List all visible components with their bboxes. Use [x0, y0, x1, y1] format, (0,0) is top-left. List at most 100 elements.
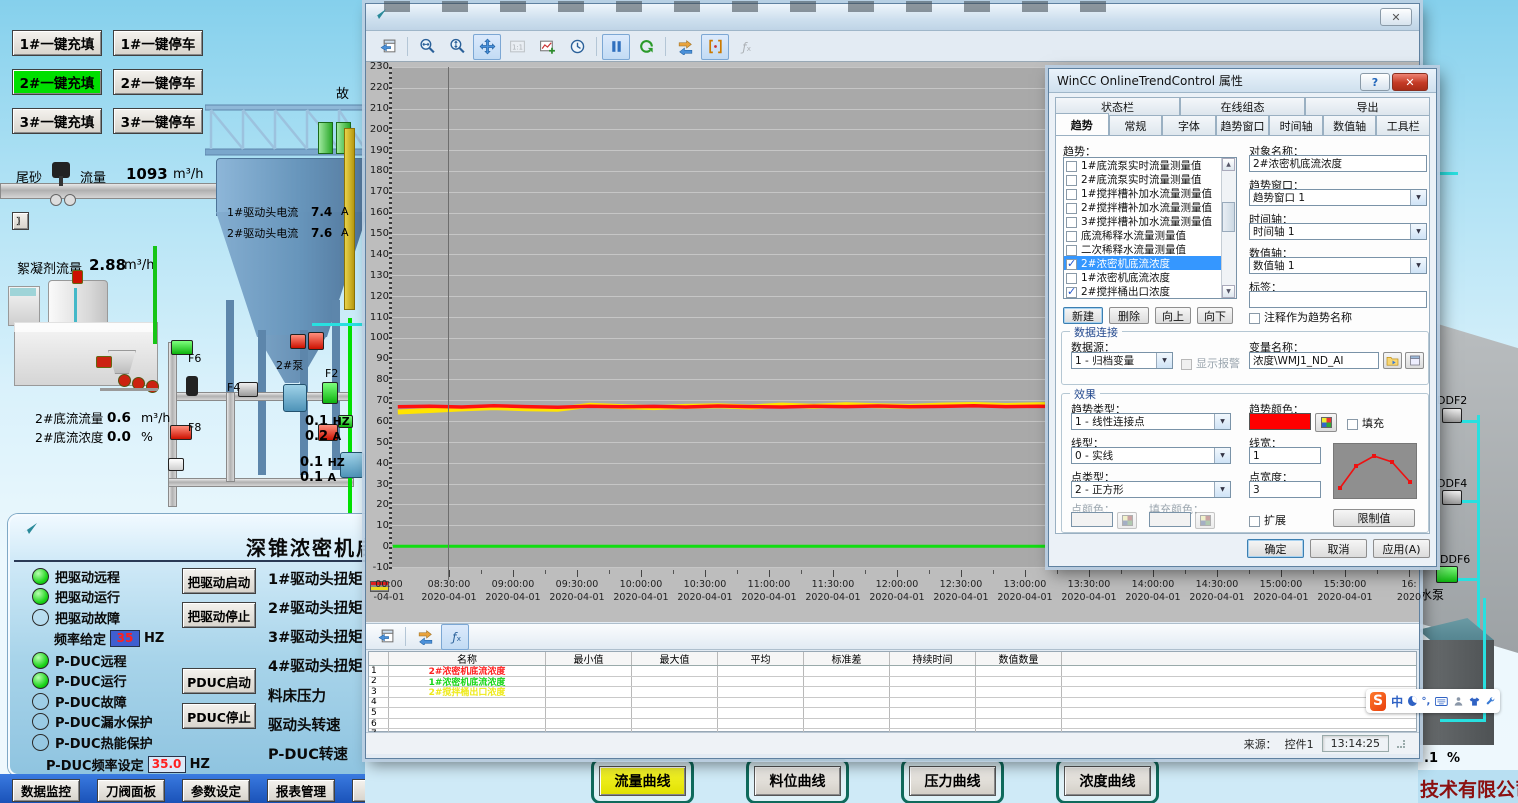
skin-shirt-icon[interactable]	[1469, 695, 1480, 708]
one-to-one-icon[interactable]: 1:1	[503, 34, 531, 60]
ruler-icon[interactable]	[701, 34, 729, 60]
limits-button[interactable]: 限制值	[1333, 509, 1415, 527]
chevron-down-icon[interactable]: ▼	[1214, 448, 1230, 463]
object-name-input[interactable]: 2#浓密机底流浓度	[1249, 155, 1427, 172]
column-header[interactable]: 最小值	[546, 652, 632, 665]
dialog-tab[interactable]: 数值轴	[1323, 115, 1377, 136]
scroll-thumb[interactable]	[1222, 202, 1235, 232]
trend-checkbox[interactable]	[1066, 245, 1077, 256]
tag-name-input[interactable]: 浓度\WMJ1_ND_AI	[1249, 352, 1379, 369]
properties-icon[interactable]	[374, 34, 402, 60]
data-source-select[interactable]: 1 - 归档变量▼	[1071, 352, 1173, 369]
tag-input[interactable]	[1249, 291, 1427, 308]
time-range-icon[interactable]	[563, 34, 591, 60]
pump-2-icon[interactable]	[283, 384, 307, 412]
resize-grip[interactable]	[1397, 740, 1405, 748]
valve-f4-icon[interactable]	[238, 382, 258, 397]
user-icon[interactable]	[1453, 695, 1464, 708]
table-row[interactable]: 6	[369, 719, 1416, 730]
zoom-area-icon[interactable]	[533, 34, 561, 60]
valve-f2-icon[interactable]	[322, 382, 338, 404]
help-button[interactable]: ?	[1360, 73, 1390, 91]
column-header[interactable]: 名称	[389, 652, 546, 665]
trend-window-titlebar[interactable]: ✕	[366, 4, 1419, 31]
fill-checkbox-row[interactable]: 填充	[1347, 415, 1384, 431]
column-header[interactable]: 平均	[718, 652, 804, 665]
pduc-stop-button[interactable]: PDUC停止	[182, 703, 256, 729]
dialog-button[interactable]: 取消	[1310, 539, 1367, 558]
list-scrollbar[interactable]: ▲ ▼	[1221, 158, 1236, 298]
trend-checkbox[interactable]	[1066, 189, 1077, 200]
table-row[interactable]: 4	[369, 698, 1416, 709]
trend-list-item[interactable]: 1#搅拌槽补加水流量测量值	[1064, 186, 1222, 200]
rake-start-button[interactable]: 把驱动启动	[182, 568, 256, 594]
chevron-down-icon[interactable]: ▼	[1410, 224, 1426, 239]
list-button[interactable]: 删除	[1109, 307, 1149, 324]
column-header[interactable]: 持续时间	[890, 652, 976, 665]
column-header[interactable]: 数值数量	[976, 652, 1062, 665]
window-close-button[interactable]: ✕	[1380, 8, 1412, 26]
moon-icon[interactable]	[1408, 696, 1416, 706]
quick-button[interactable]: 3#一键充填	[12, 108, 102, 134]
curve-button[interactable]: 压力曲线	[901, 758, 1004, 803]
extend-checkbox[interactable]	[1249, 516, 1260, 527]
chevron-down-icon[interactable]: ▼	[1410, 190, 1426, 205]
table-row[interactable]: 1 2#浓密机底流浓度	[369, 666, 1416, 677]
curve-button[interactable]: 料位曲线	[746, 758, 849, 803]
dialog-tab[interactable]: 趋势	[1055, 113, 1109, 136]
nav-button[interactable]: 参数设定	[182, 779, 250, 802]
valve-ddf4-icon[interactable]	[1442, 490, 1462, 505]
scroll-down-icon[interactable]: ▼	[1222, 285, 1235, 298]
dialog-tab[interactable]: 导出	[1305, 97, 1430, 115]
trend-list-item[interactable]: 1#底流泵实时流量测量值	[1064, 158, 1222, 172]
pduc-start-button[interactable]: PDUC启动	[182, 668, 256, 694]
nav-button[interactable]: 报表管理	[267, 779, 335, 802]
dialog-button[interactable]: 应用(A)	[1373, 539, 1430, 558]
side-toggle-button[interactable]: 〗	[12, 212, 29, 230]
pan-icon[interactable]	[473, 34, 501, 60]
zoom-vertical-icon[interactable]	[443, 34, 471, 60]
value-axis-select[interactable]: 数值轴 1▼	[1249, 257, 1427, 274]
trend-checkbox[interactable]	[1066, 273, 1077, 284]
fill-checkbox[interactable]	[1347, 419, 1358, 430]
valve-ddf2-icon[interactable]	[1442, 408, 1462, 423]
trend-list-item[interactable]: 底流稀释水流量测量值	[1064, 228, 1222, 242]
trend-list-item[interactable]: 1#浓密机底流浓度	[1064, 270, 1222, 284]
punctuation-icon[interactable]: °,	[1422, 696, 1431, 707]
ime-logo-icon[interactable]: S	[1370, 692, 1386, 711]
quick-button[interactable]: 3#一键停车	[113, 108, 203, 134]
column-header[interactable]: 标准差	[804, 652, 890, 665]
dialog-tab[interactable]: 工具栏	[1376, 115, 1430, 136]
ime-toolbar[interactable]: S 中 °,	[1366, 689, 1500, 713]
table-row[interactable]: 2 1#浓密机底流浓度	[369, 677, 1416, 688]
quick-button[interactable]: 2#一键充填	[12, 69, 102, 95]
nav-button[interactable]: 刀阀面板	[97, 779, 165, 802]
scroll-up-icon[interactable]: ▲	[1222, 158, 1235, 171]
trend-list-item[interactable]: 3#搅拌槽补加水流量测量值	[1064, 214, 1222, 228]
statistics-icon[interactable]: ƒx	[441, 624, 469, 650]
comment-checkbox[interactable]	[1249, 313, 1260, 324]
line-type-select[interactable]: 0 - 实线▼	[1071, 447, 1231, 464]
chevron-down-icon[interactable]: ▼	[1214, 482, 1230, 497]
pause-icon[interactable]	[602, 34, 630, 60]
line-width-input[interactable]: 1	[1249, 447, 1321, 464]
quick-button[interactable]: 1#一键停车	[113, 30, 203, 56]
dialog-tab[interactable]: 常规	[1109, 115, 1163, 136]
trend-type-select[interactable]: 1 - 线性连接点▼	[1071, 413, 1231, 430]
time-axis-select[interactable]: 时间轴 1▼	[1249, 223, 1427, 240]
properties-icon[interactable]	[372, 624, 400, 650]
browse-folder-button[interactable]	[1383, 352, 1402, 369]
extend-checkbox-row[interactable]: 扩展	[1249, 512, 1286, 528]
dialog-tab[interactable]: 在线组态	[1180, 97, 1305, 115]
trend-list-item[interactable]: 2#浓密机底流浓度	[1064, 256, 1222, 270]
curve-button[interactable]: 浓度曲线	[1056, 758, 1159, 803]
trend-color-swatch[interactable]	[1249, 413, 1311, 430]
quick-button[interactable]: 1#一键充填	[12, 30, 102, 56]
dialog-tab[interactable]: 时间轴	[1269, 115, 1323, 136]
point-type-select[interactable]: 2 - 正方形▼	[1071, 481, 1231, 498]
trend-checkbox[interactable]	[1066, 217, 1077, 228]
dialog-tab[interactable]: 字体	[1162, 115, 1216, 136]
trend-list-item[interactable]: 二次稀释水流量测量值	[1064, 242, 1222, 256]
list-button[interactable]: 向上	[1155, 307, 1191, 324]
freq-set-input[interactable]: 35	[110, 630, 140, 647]
